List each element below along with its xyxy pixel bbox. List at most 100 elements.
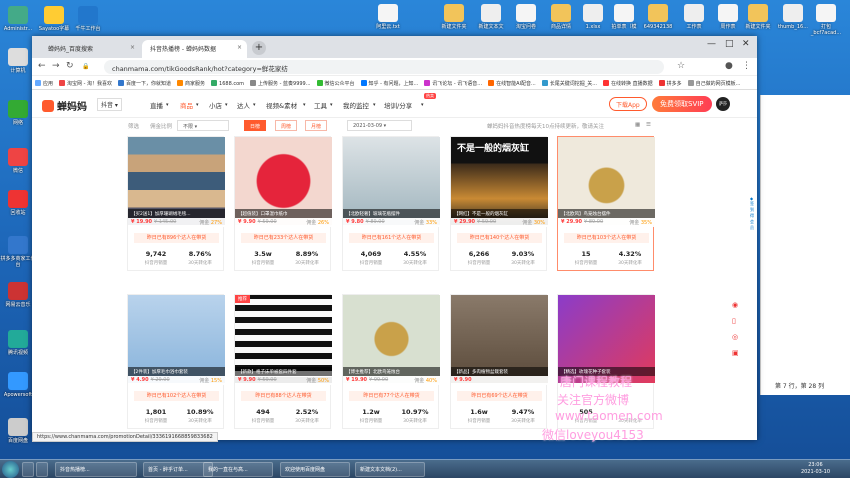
bookmark-item[interactable]: 在线智能AI配音... (485, 76, 539, 87)
product-card[interactable]: 【新品】多肉植物盆栽套装 ¥ 9.90 昨日已有69个达人在带货 1.6w 抖音月销量 9… (450, 294, 548, 429)
product-card[interactable]: 【超值装】口罩湿巾纸巾 ¥ 9.90 ¥ 59.00 佣金 26% 昨日已有233个达人… (234, 136, 332, 271)
nav-item[interactable]: 工具 (314, 100, 327, 110)
reload-icon[interactable]: ↻ (66, 61, 74, 71)
svip-button[interactable]: 免费领取SVIP (652, 96, 712, 112)
back-icon[interactable]: ← (38, 61, 46, 71)
account-icon[interactable]: ● (725, 61, 733, 71)
bookmark-item[interactable]: 在线转换 直播数据 (600, 76, 656, 87)
desktop-icon[interactable]: Sayatoo字幕 (36, 6, 72, 32)
bookmark-item[interactable]: 长尾关键词挖掘_关... (539, 76, 600, 87)
desktop-icon[interactable]: 微信 (0, 148, 36, 174)
desktop-icon[interactable]: 拼多多商家工作台 (0, 236, 36, 268)
taskbar-button[interactable]: 我的一直在与高... (203, 462, 273, 477)
desktop-icon[interactable]: 计算机 (0, 48, 36, 74)
desktop-icon[interactable]: 649342138 (640, 4, 676, 30)
bookmark-item[interactable]: 知乎 - 有问题，上知... (358, 76, 422, 87)
commission-select[interactable]: 不限 ▾ (177, 120, 229, 131)
close-window-icon[interactable]: ✕ (742, 39, 750, 49)
background-word-window: 第 7 行，第 28 列 (760, 95, 850, 395)
signin-vip-float[interactable]: ◆ 签到得会员 (750, 196, 757, 231)
close-icon[interactable]: × (130, 44, 135, 51)
folder-icon[interactable] (22, 462, 34, 477)
bookmark-item[interactable]: 讯飞论坛 - 讯飞语音... (421, 76, 485, 87)
list-view-icon[interactable]: ☰ (646, 122, 651, 128)
desktop-icon[interactable]: 新建文本文 (473, 4, 509, 30)
download-app-button[interactable]: 下载App (609, 97, 647, 111)
bookmark-item[interactable]: 自己做的网页模板... (685, 76, 744, 87)
menu-icon[interactable]: ⋮ (742, 61, 751, 71)
bookmark-item[interactable]: 应用 (32, 76, 56, 87)
nav-item[interactable]: 我的监控 (343, 100, 369, 110)
maximize-icon[interactable]: □ (725, 39, 734, 49)
desktop-icon[interactable]: 新建文件夹 (740, 4, 776, 30)
desktop-icon[interactable]: 百度网盘 (0, 418, 36, 444)
bookmark-item[interactable]: 上传服务 - 蓝奏9999... (247, 76, 313, 87)
star-icon[interactable]: ☆ (677, 61, 685, 71)
desktop-icon-label: Apowersoft (3, 392, 33, 398)
bookmark-item[interactable]: 微信公众平台 (314, 76, 358, 87)
product-card[interactable]: 【2件装】加厚毛巾浴巾套装 ¥ 4.90 ¥ 29.00 佣金 15% 昨日已有102个… (127, 294, 225, 429)
nav-item[interactable]: 培训/分享 (384, 100, 412, 110)
product-card[interactable]: 【北欧轻奢】玻璃花瓶摆件 ¥ 9.80 ¥ 89.00 佣金 33% 昨日已有161个达… (342, 136, 440, 271)
grid-view-icon[interactable]: ▦ (635, 122, 640, 128)
desktop-icon[interactable]: Administr... (0, 6, 36, 32)
bookmark-item[interactable]: 商家服务 (174, 76, 208, 87)
product-card[interactable]: 【博主推荐】北欧鸟笼烛台 ¥ 19.90 ¥ 99.00 佣金 40% 昨日已有77个达… (342, 294, 440, 429)
wechat-icon[interactable] (36, 462, 48, 477)
clock[interactable]: 23:06 2021-03-10 (801, 462, 830, 476)
desktop-icon[interactable]: 网易云音乐 (0, 282, 36, 308)
site-logo[interactable]: 蝉妈妈 (42, 98, 87, 113)
start-button[interactable] (2, 461, 19, 478)
desktop-icon[interactable]: thumb_16... (775, 4, 811, 30)
tab-chanmama[interactable]: 抖音热播榜 - 蝉妈妈数据 × (142, 40, 247, 58)
day-rank-button[interactable]: 日榜 (244, 120, 267, 131)
taskbar-button[interactable]: 新建文本文档(2)... (355, 462, 425, 477)
bookmark-item[interactable]: 拼多多 (656, 76, 685, 87)
forward-icon[interactable]: → (52, 61, 60, 71)
url-field[interactable]: chanmama.com/tikGoodsRank/hot?category=鲜… (104, 60, 664, 74)
taskbar-button[interactable]: 欢迎使用百度网盘 (280, 462, 350, 477)
nav-item[interactable]: 小店 (209, 100, 222, 110)
desktop-icon[interactable]: 网络 (0, 100, 36, 126)
phone-icon[interactable]: ▯ (732, 317, 744, 325)
desktop-icon[interactable]: 拍单表（模 (606, 4, 642, 30)
nav-item[interactable]: 直播 (150, 100, 163, 110)
new-tab-button[interactable]: + (252, 41, 266, 55)
fire-icon[interactable]: ◉ (732, 301, 744, 309)
commission-label: 佣金 (306, 378, 318, 384)
month-rank-button[interactable]: 月榜 (305, 120, 328, 131)
qr-icon[interactable]: ▣ (732, 349, 744, 357)
avatar[interactable]: 萨莎 (716, 97, 730, 111)
date-picker[interactable]: 2021-03-09 ▾ (347, 120, 412, 131)
nav-item[interactable]: 视频&素材 (266, 100, 297, 110)
desktop-icon[interactable]: 打包_bcf7acad... (808, 4, 844, 36)
desktop-icon[interactable]: 阿里云.txt (370, 4, 406, 30)
desktop-icon[interactable]: 商品详情 (543, 4, 579, 30)
bookmark-icon (250, 80, 257, 86)
sales-value: 4,069 (360, 250, 382, 258)
desktop-icon[interactable]: 工作表 (676, 4, 712, 30)
desktop-icon[interactable]: 千牛工作台 (70, 6, 106, 32)
desktop-icon[interactable]: 淘宝问卷 (508, 4, 544, 30)
bookmark-item[interactable]: 百度一下，你就知道 (115, 76, 174, 87)
bookmark-item[interactable]: 淘宝网 - 淘！我喜欢 (56, 76, 115, 87)
product-card[interactable]: 不是一般的烟灰缸 【网红】不是一般的烟灰缸 ¥ 29.90 ¥ 59.00 佣金 30%… (450, 136, 548, 271)
product-card[interactable]: 【北欧风】鸟笼烛台摆件 ¥ 29.90 ¥ 89.00 佣金 35% 昨日已有103个达… (557, 136, 655, 271)
product-card[interactable]: 【买2送1】加厚珊瑚绒毛毯... ¥ 19.90 ¥ 145.00 佣金 27% 昨日已… (127, 136, 225, 271)
week-rank-button[interactable]: 周榜 (275, 120, 298, 131)
desktop-icon[interactable]: 腾讯视频 (0, 330, 36, 356)
platform-select[interactable]: 抖音 ▾ (97, 98, 122, 111)
taskbar-button[interactable]: 抖音热播榜... (55, 462, 137, 477)
close-icon[interactable]: × (237, 44, 242, 51)
tab-baidu[interactable]: 蝉妈妈_百度搜索 × (40, 40, 140, 58)
bookmark-label: 上传服务 - 蓝奏9999... (258, 81, 311, 87)
nav-item[interactable]: 达人 (237, 100, 250, 110)
desktop-icon[interactable]: 回收站 (0, 190, 36, 216)
desktop-icon[interactable]: 新建文件夹 (436, 4, 472, 30)
service-icon[interactable]: ◎ (732, 333, 744, 341)
minimize-icon[interactable]: — (707, 39, 716, 49)
product-card[interactable]: 推荐 【新款】格子床单被套四件套 ¥ 9.90 ¥ 59.00 佣金 50% 昨日已有88… (234, 294, 332, 429)
desktop-icon[interactable]: Apowersoft (0, 372, 36, 398)
bookmark-item[interactable]: 1688.com (208, 76, 247, 87)
nav-item[interactable]: 商品 (180, 100, 193, 110)
